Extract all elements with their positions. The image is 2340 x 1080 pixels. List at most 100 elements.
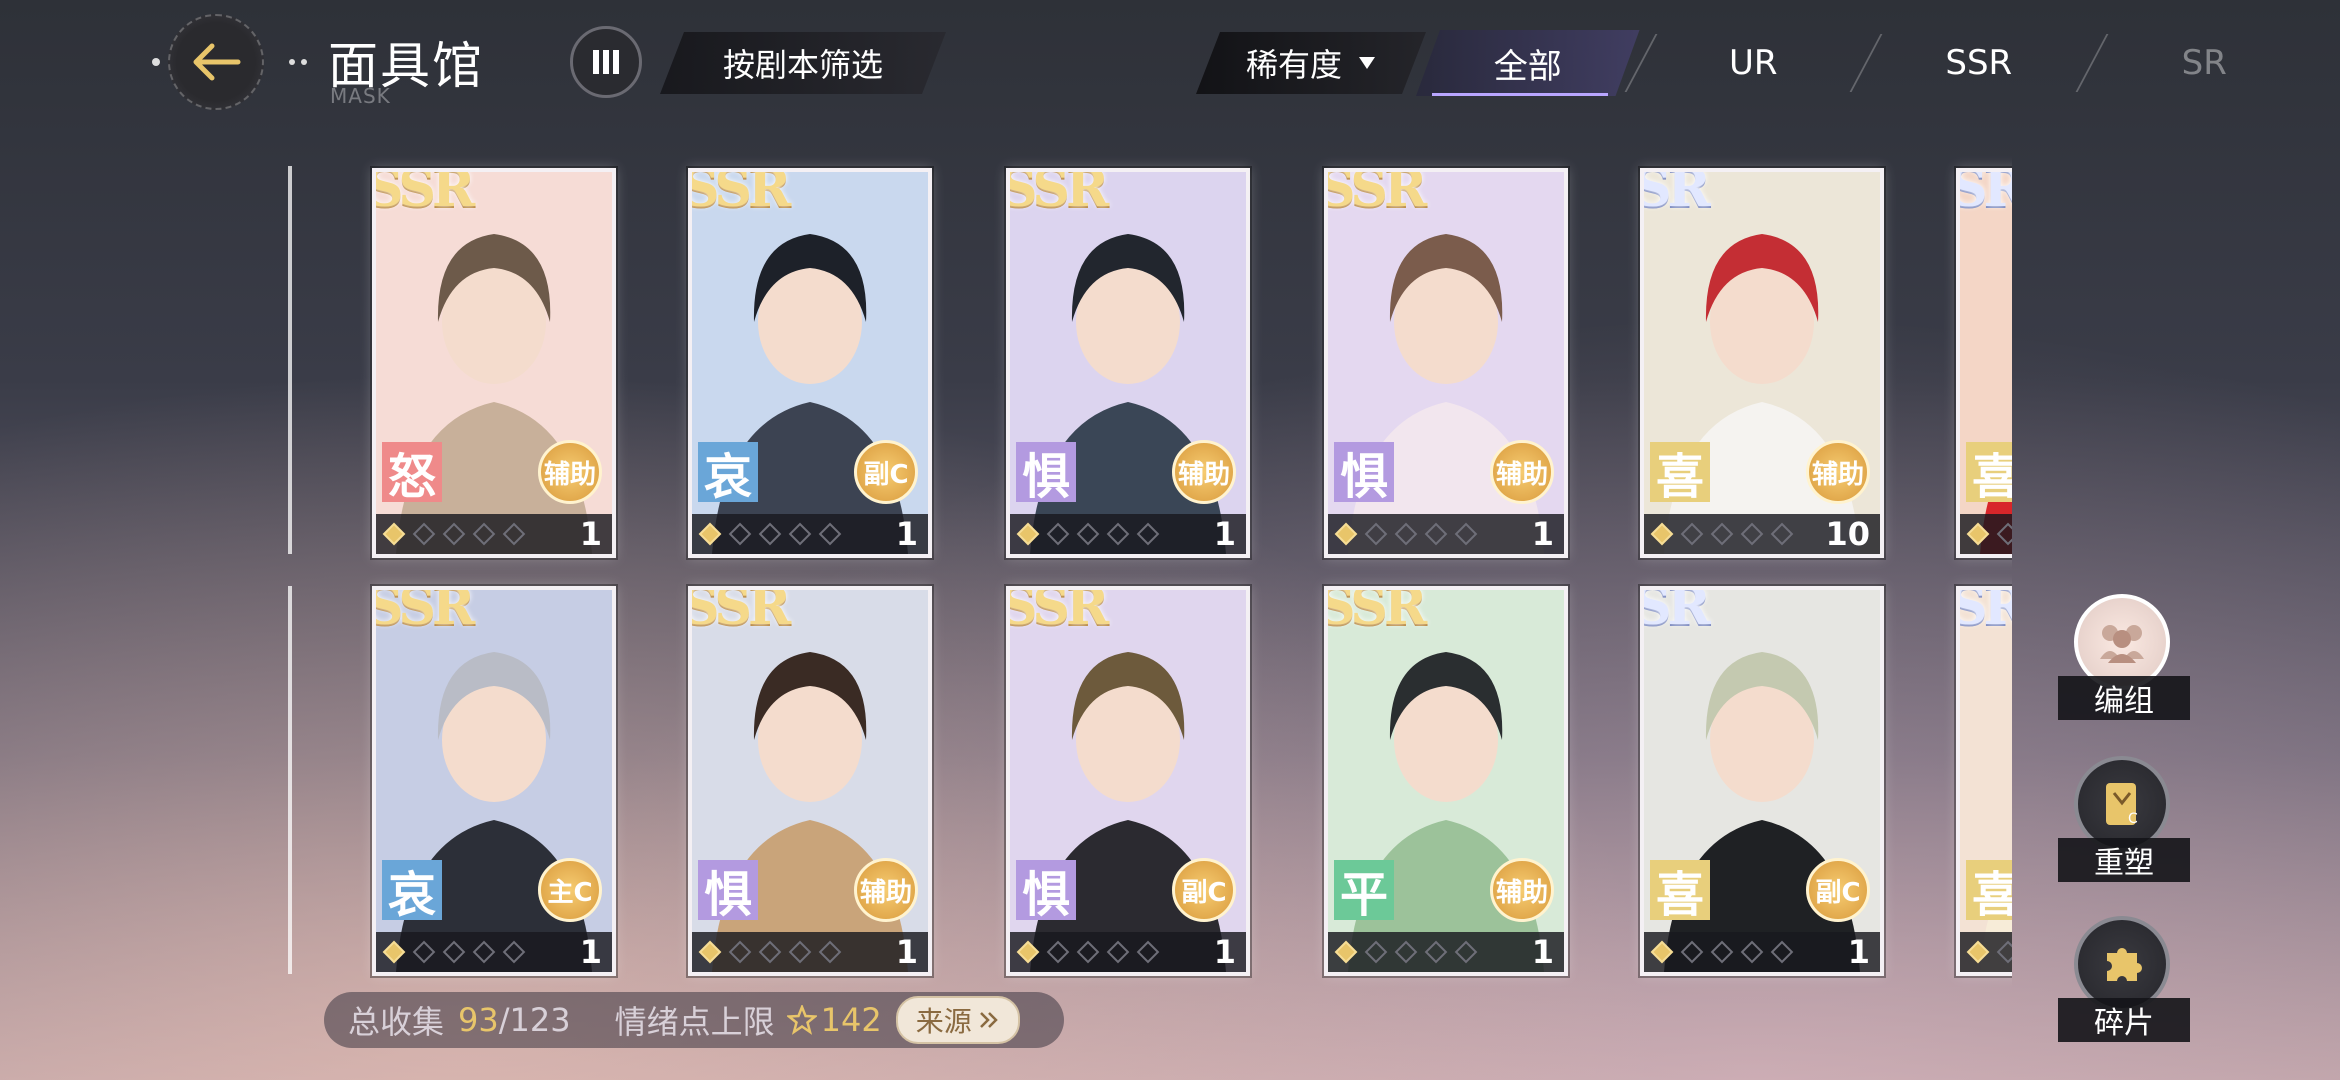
star-empty-icon (1136, 522, 1160, 546)
star-empty-icon (1770, 522, 1794, 546)
mask-card[interactable]: SR 喜 辅助 10 (1640, 168, 1884, 558)
star-filled-icon (1334, 522, 1358, 546)
star-filled-icon (1016, 522, 1040, 546)
star-empty-icon (442, 522, 466, 546)
tab-all[interactable]: 全部 (1416, 30, 1640, 96)
card-footer (1960, 932, 2012, 972)
decor-dots (289, 59, 307, 65)
emotion-badge: 惧 (1334, 442, 1394, 505)
mask-card[interactable]: SSR 哀 副C 1 (688, 168, 932, 558)
decor-dot (152, 58, 160, 66)
emotion-badge: 喜 (1650, 860, 1710, 923)
emotion-badge: 哀 (698, 442, 758, 505)
back-button[interactable] (168, 14, 264, 110)
mask-card[interactable]: SSR 惧 辅助 1 (688, 586, 932, 976)
rarity-dropdown[interactable]: 稀有度 (1196, 32, 1426, 94)
emotion-badge: 平 (1334, 860, 1394, 923)
star-empty-icon (1424, 940, 1448, 964)
tab-ssr[interactable]: SSR (1867, 30, 2091, 96)
rarity-badge: SSR (688, 586, 791, 637)
mask-card[interactable]: SR 喜 (1956, 586, 2012, 976)
mask-card[interactable]: SSR 哀 主C 1 (372, 586, 616, 976)
card-count: 1 (1213, 933, 1236, 971)
star-empty-icon (788, 522, 812, 546)
card-count: 1 (579, 515, 602, 553)
card-footer: 1 (1010, 932, 1246, 972)
tab-sr[interactable]: SR (2093, 30, 2317, 96)
source-label: 来源 (915, 1005, 972, 1038)
view-toggle-button[interactable] (570, 26, 642, 98)
mask-card[interactable]: SSR 怒 辅助 1 (372, 168, 616, 558)
rarity-badge: SSR (1324, 168, 1427, 219)
svg-text:C: C (2128, 811, 2138, 827)
role-badge: 辅助 (1172, 440, 1236, 504)
mask-card[interactable]: SR 喜 副C 1 (1640, 586, 1884, 976)
group-icon (2100, 625, 2144, 663)
rarity-tabs: 全部 UR SSR SR (1416, 30, 2316, 96)
emotion-badge: 惧 (1016, 442, 1076, 505)
card-count: 1 (895, 515, 918, 553)
mask-card[interactable]: SSR 平 辅助 1 (1324, 586, 1568, 976)
double-chevron-right-icon (979, 1012, 998, 1028)
rarity-badge: SR (1640, 586, 1711, 637)
script-filter-button[interactable]: 按剧本筛选 (660, 32, 946, 94)
caret-down-icon (1358, 56, 1376, 70)
rarity-dropdown-label: 稀有度 (1245, 46, 1342, 84)
role-badge: 辅助 (854, 858, 918, 922)
role-badge: 副C (1172, 858, 1236, 922)
star-empty-icon (1046, 522, 1070, 546)
puzzle-icon (2107, 947, 2142, 981)
star-empty-icon (1394, 940, 1418, 964)
card-count: 1 (1531, 933, 1554, 971)
tab-ur[interactable]: UR (1642, 30, 1866, 96)
star-empty-icon (1710, 522, 1734, 546)
star-filled-icon (382, 940, 406, 964)
reshape-label: 重塑 (2058, 838, 2190, 882)
star-empty-icon (1364, 940, 1388, 964)
star-filled-icon (1650, 522, 1674, 546)
rarity-badge: SR (1960, 172, 2012, 219)
role-badge: 副C (1806, 858, 1870, 922)
card-footer: 1 (1328, 514, 1564, 554)
star-empty-icon (1454, 522, 1478, 546)
source-button[interactable]: 来源 (895, 996, 1020, 1044)
card-footer: 1 (1010, 514, 1246, 554)
star-empty-icon (502, 940, 526, 964)
page-subtitle: MASK (330, 84, 391, 108)
star-empty-icon (728, 940, 752, 964)
star-empty-icon (1996, 940, 2012, 964)
mask-card[interactable]: SSR 惧 辅助 1 (1006, 168, 1250, 558)
rarity-badge: SSR (372, 586, 475, 637)
emotion-badge: 哀 (382, 860, 442, 923)
card-footer: 1 (1644, 932, 1880, 972)
rarity-badge: SSR (1006, 168, 1109, 219)
card-footer (1960, 514, 2012, 554)
grid-view-icon (593, 50, 619, 74)
card-count: 10 (1825, 515, 1870, 553)
star-filled-icon (698, 522, 722, 546)
mask-card[interactable]: SSR 惧 副C 1 (1006, 586, 1250, 976)
rarity-badge: SSR (1006, 586, 1109, 637)
role-badge: 辅助 (1490, 858, 1554, 922)
emotion-badge: 喜 (1966, 860, 2012, 923)
star-empty-icon (472, 940, 496, 964)
emotion-badge: 喜 (1650, 442, 1710, 505)
star-empty-icon (1394, 522, 1418, 546)
emotion-badge: 惧 (1016, 860, 1076, 923)
star-empty-icon (442, 940, 466, 964)
mask-card[interactable]: SSR 惧 辅助 1 (1324, 168, 1568, 558)
star-icon (786, 1005, 817, 1035)
card-count: 1 (895, 933, 918, 971)
star-filled-icon (1966, 940, 1990, 964)
card-footer: 1 (376, 932, 612, 972)
mask-card-grid[interactable]: SSR怒辅助1SSR哀副C1SSR惧辅助1SSR惧辅助1SR喜辅助10SR喜SS… (300, 150, 2012, 988)
star-filled-icon (698, 940, 722, 964)
star-filled-icon (1016, 940, 1040, 964)
star-empty-icon (1364, 522, 1388, 546)
star-empty-icon (412, 940, 436, 964)
star-empty-icon (818, 940, 842, 964)
role-badge: 辅助 (1490, 440, 1554, 504)
emotion-badge: 惧 (698, 860, 758, 923)
mask-card[interactable]: SR 喜 (1956, 168, 2012, 558)
star-empty-icon (412, 522, 436, 546)
